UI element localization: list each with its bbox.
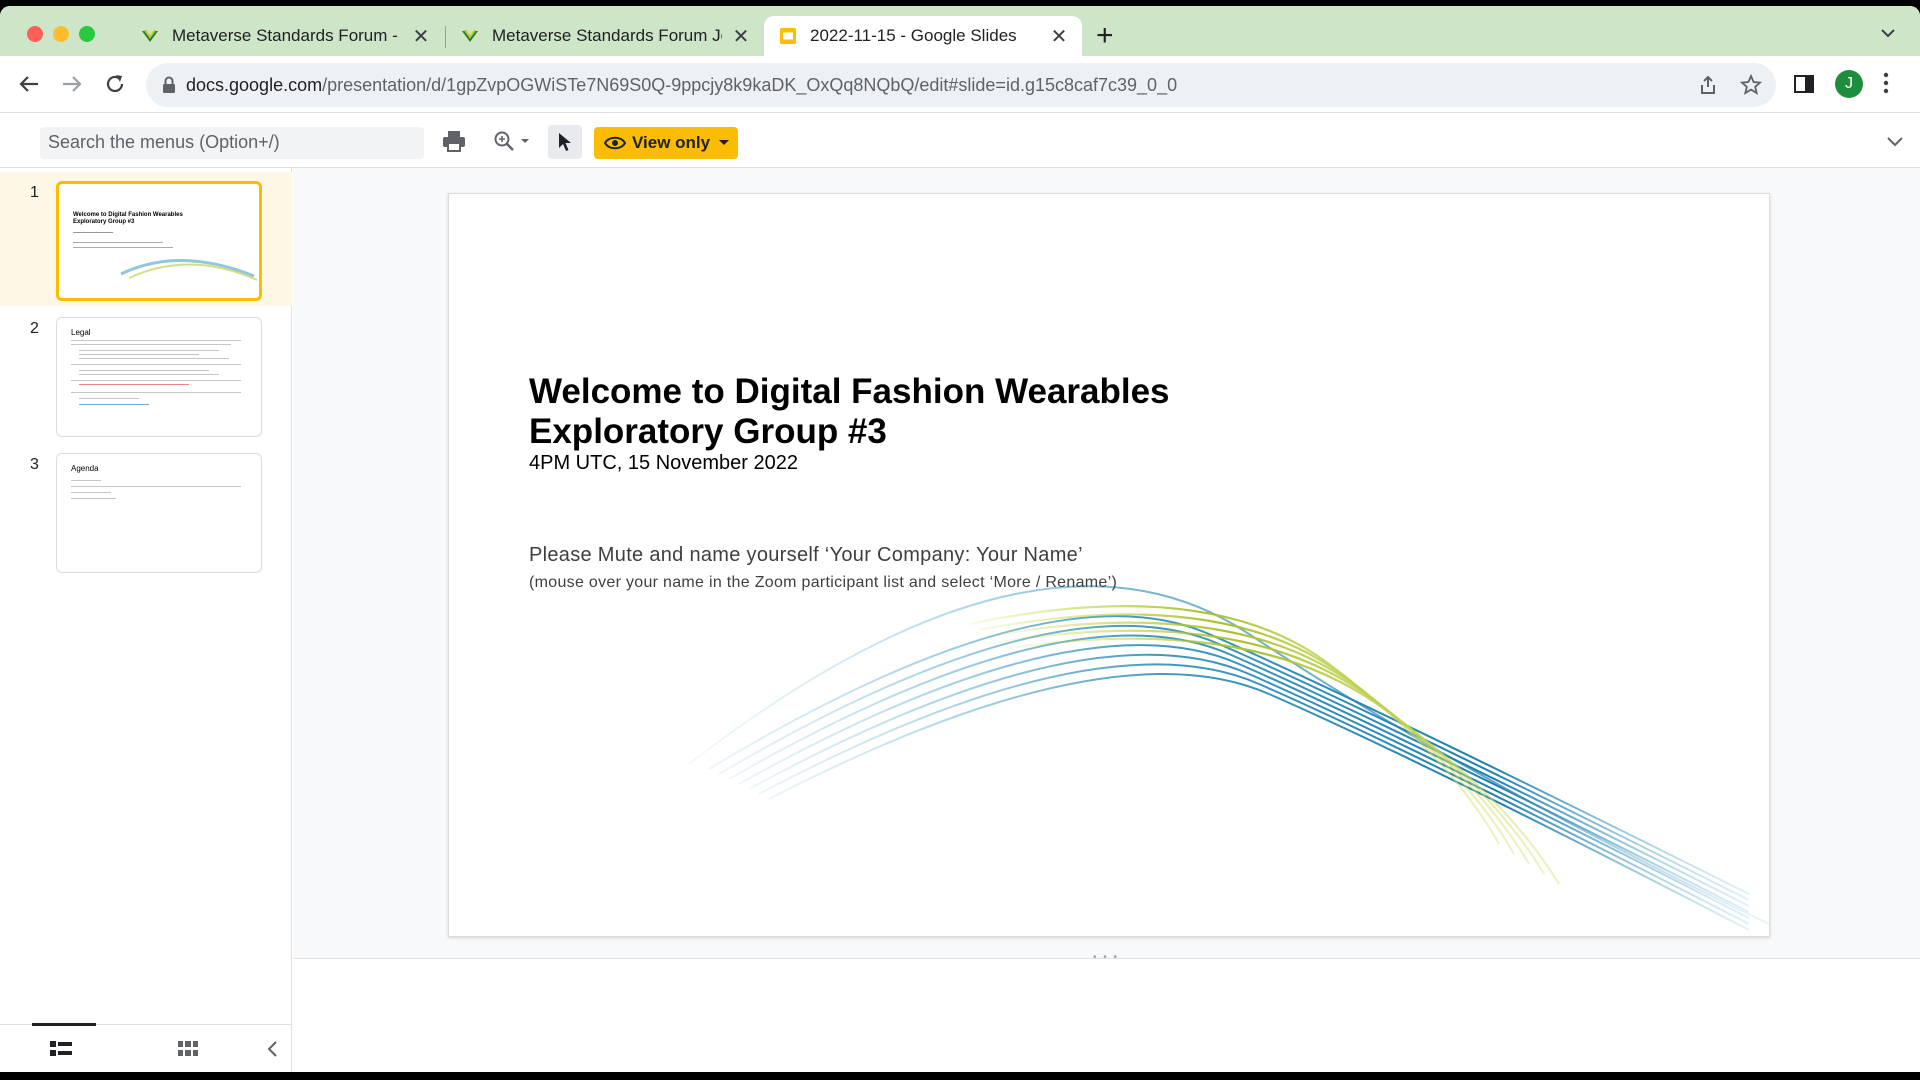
wave-thumbnail-graphic xyxy=(120,259,258,281)
url-path: /presentation/d/1gpZvpOGWiSTe7N69S0Q-9pp… xyxy=(322,74,1178,95)
grid-view-icon[interactable] xyxy=(178,1041,198,1062)
slide-number: 2 xyxy=(30,320,39,337)
maximize-window-button[interactable] xyxy=(79,26,95,42)
slides-toolbar: Search the menus (Option+/) View only xyxy=(0,112,1920,168)
tab-search-chevron-icon[interactable] xyxy=(1880,26,1896,44)
view-only-button[interactable]: View only xyxy=(594,127,738,159)
tab-metaverse-2[interactable]: Metaverse Standards Forum Jo ✕ xyxy=(446,16,764,56)
view-only-label: View only xyxy=(632,133,711,152)
slide-rename-hint: (mouse over your name in the Zoom partic… xyxy=(529,574,1118,591)
browser-window: Metaverse Standards Forum - I ✕ Metavers… xyxy=(0,6,1920,1072)
search-menus-input[interactable]: Search the menus (Option+/) xyxy=(40,127,424,159)
tab-title: Metaverse Standards Forum - I xyxy=(172,26,402,45)
slide-thumbnail[interactable]: Welcome to Digital Fashion Wearables Exp… xyxy=(56,181,262,301)
arrow-left-icon xyxy=(19,76,38,92)
msf-logo-icon xyxy=(142,29,158,42)
slide-title: Welcome to Digital Fashion Wearables Exp… xyxy=(529,372,1329,452)
minimize-window-button[interactable] xyxy=(53,26,69,42)
address-bar[interactable]: docs.google.com/presentation/d/1gpZvpOGW… xyxy=(146,63,1776,107)
eye-icon xyxy=(604,136,626,150)
tab-title: 2022-11-15 - Google Slides xyxy=(810,26,1017,45)
slide-title-line-1: Welcome to Digital Fashion Wearables xyxy=(529,372,1170,411)
browser-menu-icon[interactable] xyxy=(1883,72,1889,99)
filmstrip-slide-3[interactable]: 3 Agenda xyxy=(0,444,292,578)
collapse-menus-chevron-icon[interactable] xyxy=(1886,135,1904,153)
reload-icon xyxy=(106,75,124,93)
tab-strip: Metaverse Standards Forum - I ✕ Metavers… xyxy=(0,6,1920,56)
google-slides-icon xyxy=(780,28,796,44)
filmstrip-footer xyxy=(0,1023,292,1072)
slide-canvas: Welcome to Digital Fashion Wearables Exp… xyxy=(293,168,1920,1068)
slide-subtitle: 4PM UTC, 15 November 2022 xyxy=(529,452,799,474)
tab-metaverse-1[interactable]: Metaverse Standards Forum - I ✕ xyxy=(126,16,444,56)
url-host: docs.google.com xyxy=(186,74,323,95)
share-icon[interactable] xyxy=(1698,75,1718,100)
tab-title: Metaverse Standards Forum Jo xyxy=(492,26,722,45)
slide-filmstrip: 1 Welcome to Digital Fashion Wearables E… xyxy=(0,168,292,1072)
tab-google-slides[interactable]: 2022-11-15 - Google Slides ✕ xyxy=(764,16,1082,56)
thumbnail-title: Welcome to Digital Fashion Wearables Exp… xyxy=(73,212,183,225)
pointer-icon xyxy=(559,133,571,151)
thumbnail-title: Legal xyxy=(71,328,91,337)
thumbnail-title: Agenda xyxy=(71,464,99,473)
slide-thumbnail[interactable]: Legal xyxy=(56,317,262,437)
close-tab-icon[interactable]: ✕ xyxy=(1050,24,1068,49)
filmstrip-slide-2[interactable]: 2 Legal xyxy=(0,308,292,442)
close-tab-icon[interactable]: ✕ xyxy=(732,24,750,49)
filmstrip-slide-1[interactable]: 1 Welcome to Digital Fashion Wearables E… xyxy=(0,172,292,306)
current-slide[interactable]: Welcome to Digital Fashion Wearables Exp… xyxy=(448,193,1770,937)
slide-number: 3 xyxy=(30,456,39,473)
profile-avatar[interactable]: J xyxy=(1835,70,1863,98)
select-pointer-button[interactable] xyxy=(548,125,582,159)
slide-number: 1 xyxy=(30,184,39,201)
slide-thumbnail[interactable]: Agenda xyxy=(56,453,262,573)
caret-down-icon xyxy=(719,140,730,145)
slide-mute-instruction: Please Mute and name yourself ‘Your Comp… xyxy=(529,544,1083,566)
new-tab-button[interactable]: + xyxy=(1096,21,1114,51)
lock-icon xyxy=(163,76,175,93)
back-button[interactable] xyxy=(13,68,45,100)
url-text[interactable]: docs.google.com/presentation/d/1gpZvpOGW… xyxy=(186,75,1177,96)
msf-logo-icon xyxy=(462,29,478,42)
side-panel-icon[interactable] xyxy=(1793,73,1815,100)
close-tab-icon[interactable]: ✕ xyxy=(412,24,430,49)
reload-button[interactable] xyxy=(99,68,131,100)
close-window-button[interactable] xyxy=(27,26,43,42)
print-icon[interactable] xyxy=(442,130,466,157)
arrow-right-icon xyxy=(63,76,82,92)
forward-button[interactable] xyxy=(56,68,88,100)
bookmark-star-icon[interactable] xyxy=(1739,73,1763,101)
speaker-notes-panel[interactable] xyxy=(293,958,1920,1068)
slide-title-line-2: Exploratory Group #3 xyxy=(529,412,887,451)
collapse-panel-chevron-icon[interactable] xyxy=(266,1040,278,1063)
active-view-indicator xyxy=(32,1023,96,1026)
zoom-icon[interactable] xyxy=(493,130,533,157)
navigation-bar: docs.google.com/presentation/d/1gpZvpOGW… xyxy=(0,56,1920,112)
filmstrip-view-icon[interactable] xyxy=(50,1041,72,1062)
